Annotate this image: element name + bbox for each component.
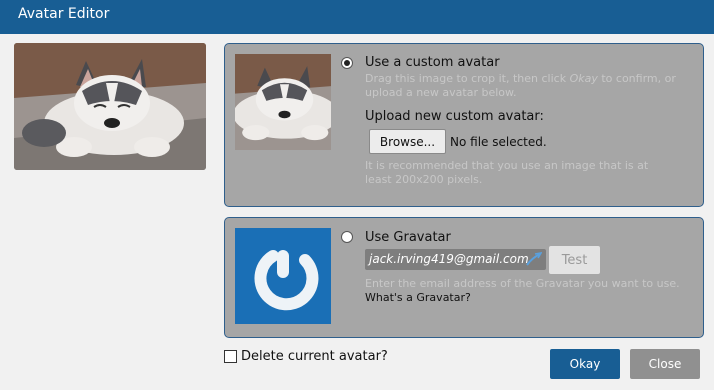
whats-gravatar-link[interactable]: What's a Gravatar?	[365, 291, 471, 304]
dog-photo	[14, 43, 206, 170]
dog-thumbnail-photo	[235, 54, 331, 150]
window-title: Avatar Editor	[18, 6, 110, 22]
delete-avatar-label: Delete current avatar?	[241, 349, 388, 364]
gravatar-label: Use Gravatar	[365, 230, 451, 245]
avatar-preview[interactable]	[14, 43, 206, 170]
gravatar-logo-icon	[235, 228, 331, 324]
delete-avatar-checkbox[interactable]	[224, 350, 237, 363]
gravatar-radio[interactable]	[341, 231, 353, 243]
custom-avatar-panel: Use a custom avatar Drag this image to c…	[224, 43, 704, 207]
gravatar-email-input[interactable]: jack.irving419@gmail.com	[365, 249, 546, 270]
upload-label: Upload new custom avatar:	[365, 109, 544, 124]
gravatar-email-value: jack.irving419@gmail.com	[369, 252, 529, 266]
email-hint: Enter the email address of the Gravatar …	[365, 277, 680, 290]
custom-avatar-label: Use a custom avatar	[365, 55, 500, 70]
crop-hint: Drag this image to crop it, then click O…	[365, 72, 676, 99]
close-button[interactable]: Close	[630, 349, 700, 379]
gravatar-panel: Use Gravatar jack.irving419@gmail.com Te…	[224, 217, 704, 338]
file-status: No file selected.	[450, 135, 547, 149]
custom-avatar-radio[interactable]	[341, 57, 353, 69]
delete-avatar-row: Delete current avatar?	[224, 349, 388, 364]
okay-button[interactable]: Okay	[550, 349, 620, 379]
gravatar-arrow-icon	[526, 252, 542, 266]
title-bar: Avatar Editor	[0, 0, 714, 34]
custom-avatar-thumbnail[interactable]	[235, 54, 331, 150]
size-hint: It is recommended that you use an image …	[365, 159, 649, 186]
test-button[interactable]: Test	[549, 246, 600, 274]
browse-button[interactable]: Browse...	[369, 129, 446, 154]
